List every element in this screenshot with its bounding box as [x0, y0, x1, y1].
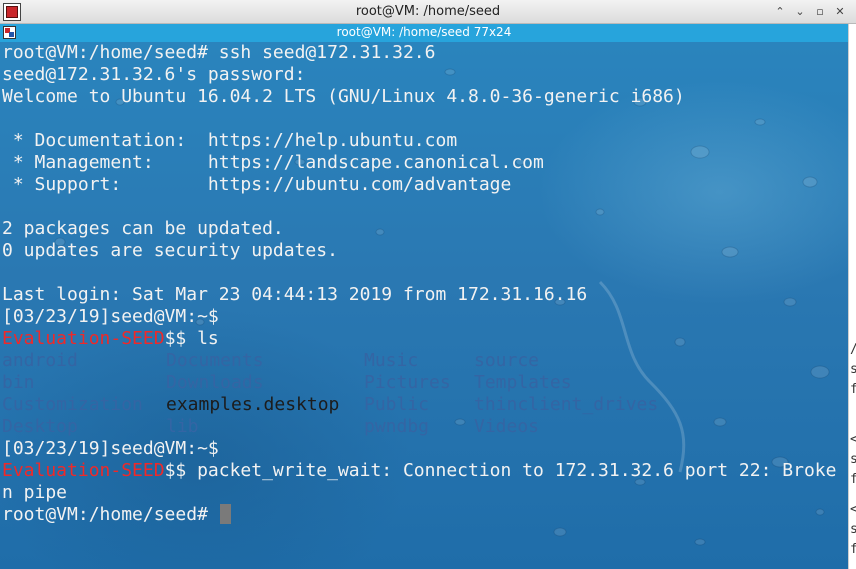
edge-glyph: f: [850, 382, 856, 397]
window-titlebar: root@VM: /home/seed ⌃ ⌄ ▫ ✕: [0, 0, 856, 24]
terminal-line: 2 packages can be updated.: [2, 218, 284, 239]
ls-entry: source: [474, 350, 540, 371]
prompt-command: $$ ls: [164, 328, 219, 349]
terminal-line: seed@172.31.32.6's password:: [2, 64, 306, 85]
terminal-line: root@VM:/home/seed# ssh seed@172.31.32.6: [2, 42, 436, 63]
ls-row: bin Downloads Pictures Templates: [2, 372, 848, 394]
edge-glyph: <: [850, 502, 856, 517]
terminal-line: [03/23/19]seed@VM:~$: [2, 306, 219, 327]
shade-up-icon[interactable]: ⌃: [770, 3, 790, 21]
shade-down-icon[interactable]: ⌄: [790, 3, 810, 21]
terminal-prompt-line: Evaluation-SEED$$ packet_write_wait: Con…: [2, 460, 848, 482]
ls-entry: Templates: [474, 372, 572, 393]
maximize-icon[interactable]: ▫: [810, 3, 830, 21]
ls-entry: Public: [364, 394, 430, 415]
window-controls: ⌃ ⌄ ▫ ✕: [770, 3, 850, 21]
edge-glyph: s: [850, 362, 856, 377]
ls-entry: thinclient_drives: [474, 394, 659, 415]
window-title: root@VM: /home/seed: [355, 4, 501, 19]
ls-row: Customization examples.desktop Public th…: [2, 394, 848, 416]
ls-entry: bin: [2, 372, 35, 393]
ls-entry: Customization: [2, 394, 143, 415]
shell-prompt: root@VM:/home/seed#: [2, 504, 219, 525]
ls-entry: Pictures: [364, 372, 451, 393]
edge-glyph: f: [850, 542, 856, 557]
ls-entry: Downloads: [166, 372, 264, 393]
background-window-edge: / s f < s f < s f: [848, 24, 856, 569]
terminal-screen: root@VM:/home/seed# ssh seed@172.31.32.6…: [2, 42, 848, 526]
terminal-output[interactable]: root@VM:/home/seed# ssh seed@172.31.32.6…: [0, 42, 848, 569]
ls-entry: lib: [166, 416, 199, 437]
ls-entry: android: [2, 350, 78, 371]
ls-row: Desktop lib pwndbg Videos: [2, 416, 848, 438]
terminal-prompt-line: Evaluation-SEED$$ ls: [2, 328, 848, 350]
edge-glyph: s: [850, 452, 856, 467]
ls-entry: Videos: [474, 416, 540, 437]
ls-entry: Documents: [166, 350, 264, 371]
ls-row: android Documents Music source: [2, 350, 848, 372]
edge-glyph: /: [850, 342, 856, 357]
prompt-command: $$ packet_write_wait: Connection to 172.…: [164, 460, 837, 481]
prompt-label: Evaluation-SEED: [2, 460, 165, 481]
close-icon[interactable]: ✕: [830, 3, 850, 21]
text-cursor: [219, 504, 231, 524]
terminal-line: Welcome to Ubuntu 16.04.2 LTS (GNU/Linux…: [2, 86, 685, 107]
terminal-input-line[interactable]: root@VM:/home/seed#: [2, 504, 848, 526]
ls-entry: Music: [364, 350, 419, 371]
terminal-header-title: root@VM: /home/seed 77x24: [336, 25, 512, 39]
terminal-line: 0 updates are security updates.: [2, 240, 338, 261]
terminal-headerbar: root@VM: /home/seed 77x24: [0, 24, 848, 42]
terminal-line: Last login: Sat Mar 23 04:44:13 2019 fro…: [2, 284, 588, 305]
terminal-line: * Documentation: https://help.ubuntu.com: [2, 130, 458, 151]
terminal-line: [03/23/19]seed@VM:~$: [2, 438, 219, 459]
edge-glyph: s: [850, 522, 856, 537]
prompt-label: Evaluation-SEED: [2, 328, 165, 349]
ls-entry: examples.desktop: [166, 394, 340, 415]
terminal-line: * Management: https://landscape.canonica…: [2, 152, 544, 173]
edge-glyph: <: [850, 432, 856, 447]
ls-entry: Desktop: [2, 416, 78, 437]
terminal-line: * Support: https://ubuntu.com/advantage: [2, 174, 512, 195]
edge-glyph: f: [850, 472, 856, 487]
terminal-line: n pipe: [2, 482, 68, 503]
ls-entry: pwndbg: [364, 416, 430, 437]
